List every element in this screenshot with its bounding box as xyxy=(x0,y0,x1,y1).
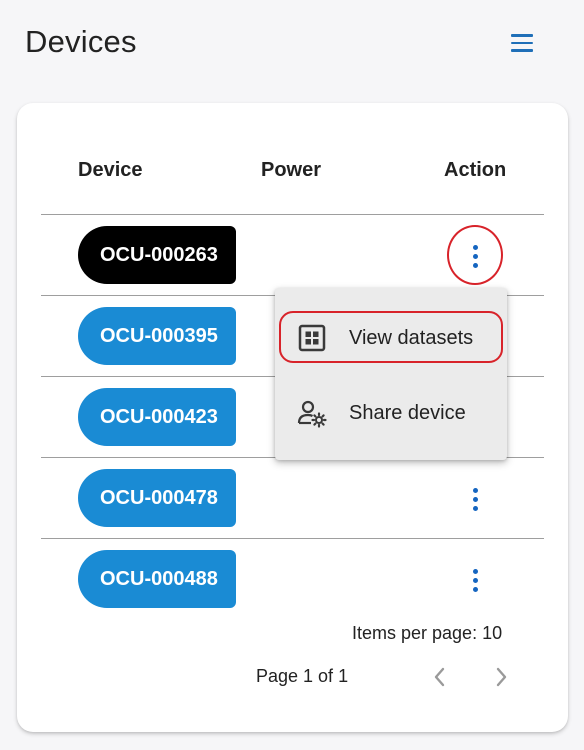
more-actions-icon[interactable] xyxy=(465,241,485,271)
grid-dataset-icon xyxy=(298,324,326,352)
menu-item-view-datasets[interactable]: View datasets xyxy=(275,308,507,368)
page-title: Devices xyxy=(25,24,137,59)
device-chip[interactable]: OCU-000395 xyxy=(78,307,236,365)
more-actions-icon[interactable] xyxy=(465,484,485,514)
user-settings-icon xyxy=(297,400,327,428)
page-info: Page 1 of 1 xyxy=(256,666,349,686)
context-menu: View datasets Share device xyxy=(275,288,507,460)
more-actions-icon[interactable] xyxy=(465,565,485,595)
row-divider xyxy=(41,214,544,215)
column-header-power: Power xyxy=(261,159,322,181)
menu-item-label: View datasets xyxy=(349,326,474,349)
column-header-action: Action xyxy=(444,159,507,181)
items-per-page-label: Items per page: 10 xyxy=(352,623,503,643)
menu-item-label: Share device xyxy=(349,401,466,424)
device-chip[interactable]: OCU-000263 xyxy=(78,226,236,284)
menu-item-share-device[interactable]: Share device xyxy=(275,383,507,443)
chevron-left-icon[interactable] xyxy=(428,665,452,689)
chevron-right-icon[interactable] xyxy=(489,665,513,689)
device-chip[interactable]: OCU-000423 xyxy=(78,388,236,446)
device-chip[interactable]: OCU-000488 xyxy=(78,550,236,608)
row-divider xyxy=(41,538,544,539)
column-header-device: Device xyxy=(78,159,143,181)
hamburger-menu-icon[interactable] xyxy=(511,34,533,56)
device-chip[interactable]: OCU-000478 xyxy=(78,469,236,527)
